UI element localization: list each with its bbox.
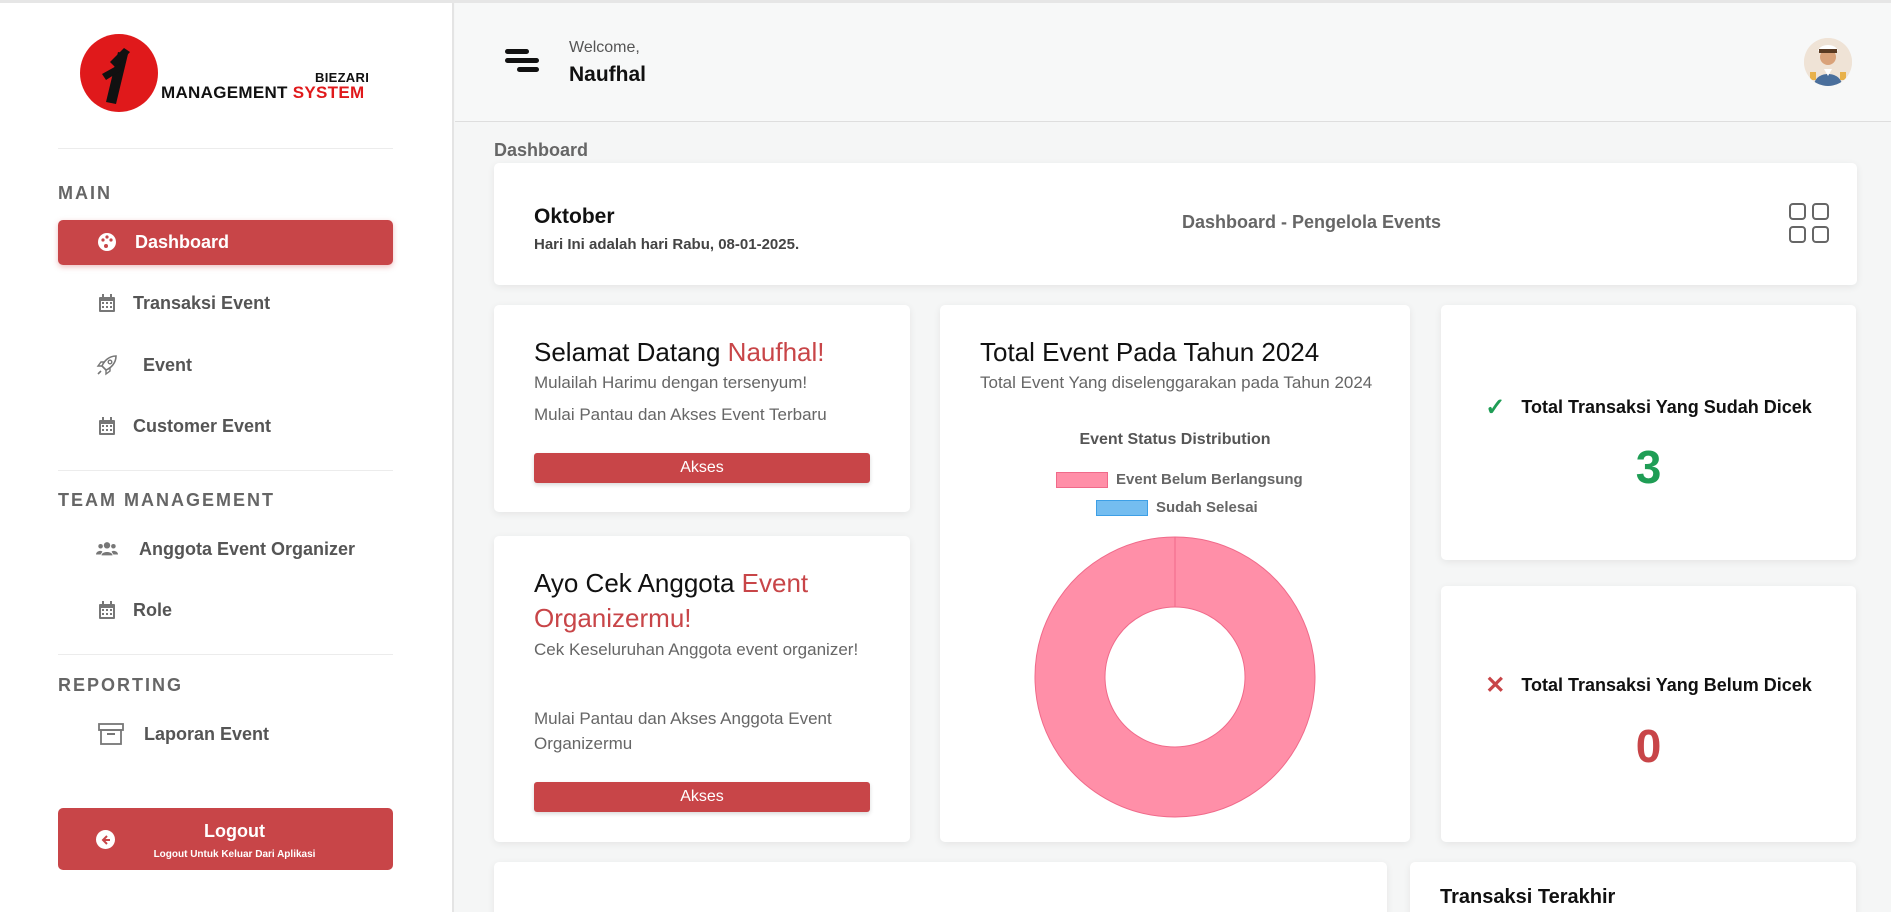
- sidebar-divider: [58, 654, 393, 655]
- sidebar-item-label: Dashboard: [135, 232, 230, 252]
- logout-sublabel: Logout Untuk Keluar Dari Aplikasi: [153, 849, 316, 860]
- sidebar-divider: [58, 470, 393, 471]
- stat-checked-value: 3: [1635, 441, 1662, 493]
- stat-card-unchecked: ✕ Total Transaksi Yang Belum Dicek 0: [1441, 586, 1856, 842]
- legend-label: Sudah Selesai: [1156, 499, 1258, 516]
- rocket-icon: [96, 354, 118, 376]
- section-label-reporting: REPORTING: [58, 675, 184, 695]
- sidebar-item-laporan-event[interactable]: Laporan Event: [58, 712, 393, 757]
- users-icon: [96, 538, 118, 560]
- stat-unchecked-title: ✕ Total Transaksi Yang Belum Dicek: [1485, 672, 1812, 699]
- akses-anggota-button[interactable]: Akses: [534, 782, 870, 812]
- legend-label: Event Belum Berlangsung: [1116, 471, 1303, 488]
- welcome-card: Selamat Datang Naufhal! Mulailah Harimu …: [494, 305, 910, 512]
- member-card-line1: Cek Keseluruhan Anggota event organizer!: [534, 640, 859, 659]
- bottom-left-card: [494, 862, 1387, 912]
- legend-swatch: [1096, 499, 1148, 516]
- event-chart-card: Total Event Pada Tahun 2024 Total Event …: [940, 305, 1410, 842]
- sidebar-divider: [58, 148, 393, 149]
- palette-icon: [96, 231, 118, 253]
- member-card: Ayo Cek Anggota Event Organizermu! Cek K…: [494, 536, 910, 842]
- archive-icon: [98, 723, 124, 745]
- donut-chart: [1034, 536, 1316, 818]
- logout-label: Logout: [204, 821, 265, 841]
- banner-month: Oktober: [534, 205, 615, 228]
- akses-event-button[interactable]: Akses: [534, 453, 870, 483]
- stat-card-checked: ✓ Total Transaksi Yang Sudah Dicek 3: [1441, 305, 1856, 560]
- sidebar-item-dashboard[interactable]: Dashboard: [58, 220, 393, 265]
- welcome-card-line1: Mulailah Harimu dengan tersenyum!: [534, 373, 808, 392]
- legend-item-selesai[interactable]: Sudah Selesai: [1096, 499, 1258, 516]
- sidebar-item-event[interactable]: Event: [58, 343, 393, 388]
- top-header: Welcome, Naufhal: [455, 3, 1891, 122]
- legend-item-belum[interactable]: Event Belum Berlangsung: [1056, 471, 1303, 488]
- calendar-icon: [96, 599, 118, 621]
- event-card-title: Total Event Pada Tahun 2024: [980, 337, 1320, 367]
- sidebar-item-label: Role: [133, 600, 173, 620]
- logout-button[interactable]: Logout Logout Untuk Keluar Dari Aplikasi: [58, 808, 393, 870]
- welcome-card-title: Selamat Datang Naufhal!: [534, 337, 825, 367]
- close-icon: ✕: [1485, 672, 1506, 699]
- chart-title: Event Status Distribution: [1079, 431, 1271, 448]
- member-card-title: Ayo Cek Anggota Event Organizermu!: [534, 568, 809, 633]
- recent-transactions-card: Transaksi Terakhir: [1410, 862, 1856, 912]
- sidebar-item-transaksi-event[interactable]: Transaksi Event: [58, 281, 393, 326]
- sidebar-item-label: Customer Event: [133, 416, 272, 436]
- sidebar-item-customer-event[interactable]: Customer Event: [58, 404, 393, 449]
- sidebar: BIEZARI MANAGEMENT SYSTEM MAIN Dashboard…: [0, 3, 454, 912]
- sidebar-item-label: Event: [143, 355, 193, 375]
- avatar[interactable]: [1804, 38, 1852, 86]
- calendar-icon: [96, 415, 118, 437]
- sidebar-item-label: Transaksi Event: [133, 293, 271, 313]
- sidebar-item-role[interactable]: Role: [58, 588, 393, 633]
- event-card-subtitle: Total Event Yang diselenggarakan pada Ta…: [980, 373, 1373, 392]
- member-card-line2: Mulai Pantau dan Akses Anggota Event Org…: [534, 709, 832, 753]
- check-icon: ✓: [1485, 394, 1506, 421]
- calendar-icon: [96, 292, 118, 314]
- recent-transactions-title: Transaksi Terakhir: [1440, 886, 1616, 908]
- user-name: Naufhal: [569, 63, 647, 86]
- section-label-team: TEAM MANAGEMENT: [58, 490, 275, 510]
- brand-logo[interactable]: BIEZARI MANAGEMENT SYSTEM: [80, 33, 380, 113]
- stat-checked-title: ✓ Total Transaksi Yang Sudah Dicek: [1485, 394, 1812, 421]
- brand-name: MANAGEMENT SYSTEM: [161, 83, 365, 102]
- stat-unchecked-value: 0: [1635, 720, 1662, 772]
- logo-emblem: [80, 34, 158, 112]
- welcome-card-line2: Mulai Pantau dan Akses Event Terbaru: [534, 405, 827, 424]
- sidebar-item-label: Anggota Event Organizer: [139, 539, 356, 559]
- banner-date: Hari Ini adalah hari Rabu, 08-01-2025.: [534, 236, 800, 253]
- legend-swatch: [1056, 471, 1108, 488]
- sidebar-item-label: Laporan Event: [144, 724, 270, 744]
- dashboard-banner: Oktober Hari Ini adalah hari Rabu, 08-01…: [494, 163, 1857, 285]
- welcome-label: Welcome,: [569, 39, 640, 56]
- breadcrumb: Dashboard: [494, 140, 589, 160]
- sidebar-item-anggota[interactable]: Anggota Event Organizer: [58, 527, 393, 572]
- section-label-main: MAIN: [58, 183, 112, 203]
- menu-toggle-icon[interactable]: [505, 49, 539, 75]
- grid-icon[interactable]: [1789, 203, 1831, 245]
- banner-title: Dashboard - Pengelola Events: [1182, 212, 1442, 232]
